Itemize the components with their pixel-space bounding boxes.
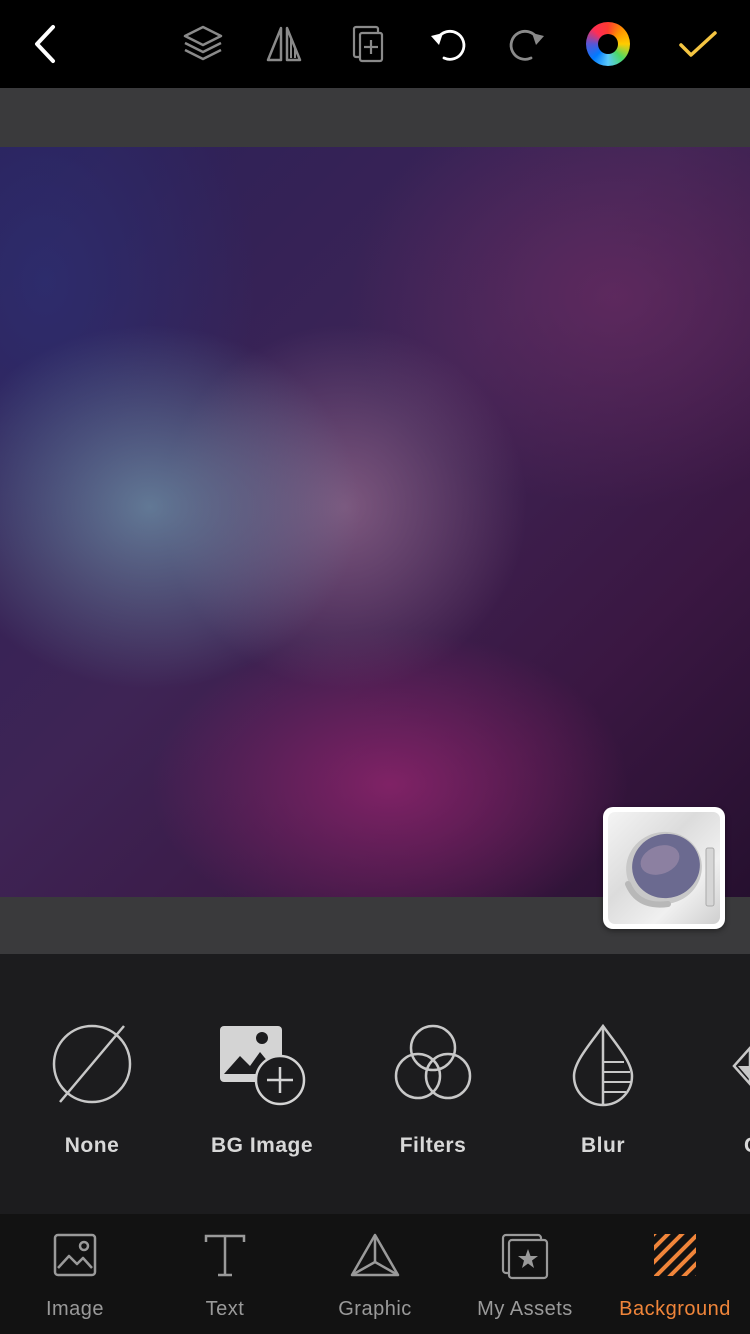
layers-icon [183, 25, 223, 61]
duplicate-icon [352, 25, 384, 63]
color-wheel-icon [586, 22, 630, 66]
option-label: BG Image [210, 1134, 314, 1157]
back-icon [35, 25, 55, 63]
add-image-icon [220, 1026, 306, 1106]
mirror-icon [608, 812, 720, 924]
filters-icon [394, 1024, 472, 1100]
tab-text[interactable]: Text [150, 1232, 300, 1332]
redo-icon [509, 29, 544, 61]
option-none[interactable]: None [7, 1022, 177, 1162]
none-icon [52, 1024, 132, 1104]
text-icon [204, 1234, 246, 1277]
mirror-thumbnail[interactable] [603, 807, 725, 929]
option-bg-image[interactable]: BG Image [177, 1022, 347, 1162]
option-label: None [64, 1134, 120, 1157]
tab-my-assets[interactable]: My Assets [450, 1232, 600, 1332]
tab-label: Graphic [338, 1298, 412, 1320]
redo-button[interactable] [497, 14, 557, 74]
tab-background[interactable]: Background [600, 1232, 750, 1332]
bottom-tab-bar: Image Text Graphic My Assets Background [0, 1214, 750, 1334]
tab-label: Image [45, 1298, 105, 1320]
tab-label: Background [619, 1298, 731, 1320]
option-label: C [744, 1134, 750, 1158]
layers-button[interactable] [173, 14, 233, 74]
background-options-panel: None BG Image Filters Blur [0, 954, 750, 1214]
color-wheel-button[interactable] [578, 14, 638, 74]
blur-icon [572, 1023, 634, 1107]
duplicate-button[interactable] [336, 14, 396, 74]
design-canvas[interactable] [0, 147, 750, 897]
flip-icon [266, 26, 302, 62]
checkmark-icon [679, 31, 717, 57]
undo-button[interactable] [418, 14, 478, 74]
flip-button[interactable] [254, 14, 314, 74]
partial-icon [732, 1046, 750, 1086]
tab-label: My Assets [477, 1298, 573, 1320]
option-blur[interactable]: Blur [518, 1022, 688, 1162]
confirm-button[interactable] [668, 14, 728, 74]
image-icon [53, 1233, 97, 1277]
option-partial[interactable]: C [688, 1022, 750, 1162]
undo-icon [431, 29, 466, 61]
workspace [0, 88, 750, 954]
top-toolbar [0, 0, 750, 88]
tab-graphic[interactable]: Graphic [300, 1232, 450, 1332]
background-icon [654, 1234, 696, 1276]
option-label: Filters [399, 1134, 467, 1157]
back-button[interactable] [16, 14, 76, 74]
tab-image[interactable]: Image [0, 1232, 150, 1332]
tab-label: Text [205, 1298, 245, 1320]
option-label: Blur [581, 1134, 625, 1157]
option-filters[interactable]: Filters [348, 1022, 518, 1162]
my-assets-icon [501, 1233, 549, 1280]
graphic-icon [350, 1233, 400, 1277]
